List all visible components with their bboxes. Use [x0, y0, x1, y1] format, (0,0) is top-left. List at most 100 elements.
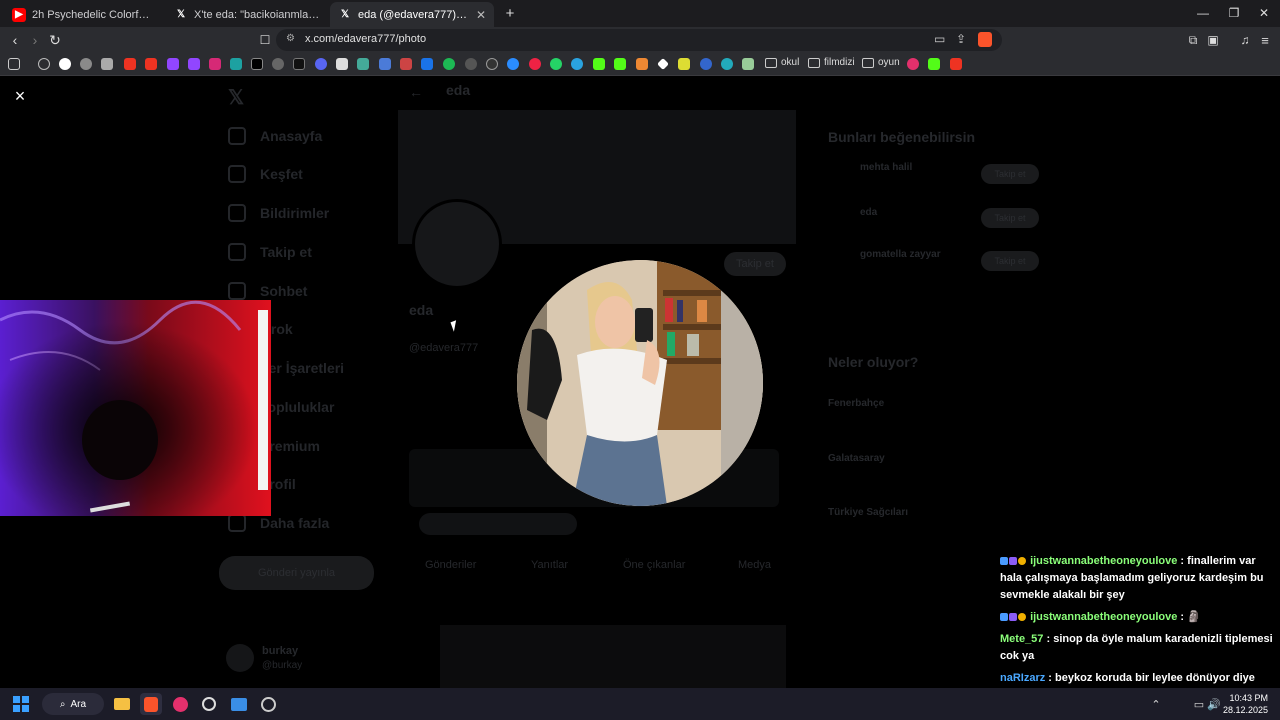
kick-icon[interactable] — [614, 58, 626, 70]
brave-browser-icon[interactable] — [140, 693, 162, 715]
nav-notifications[interactable]: Bildirimler — [228, 204, 329, 222]
trend-item[interactable]: Galatasaray — [828, 453, 885, 464]
bookmark-icon-38[interactable] — [907, 58, 919, 70]
window-close-button[interactable]: ✕ — [1248, 3, 1280, 23]
file-explorer-icon[interactable] — [111, 693, 133, 715]
cast-icon[interactable]: ▭ — [934, 32, 945, 46]
menu-icon[interactable]: ≡ — [1254, 30, 1276, 50]
tab-youtube[interactable]: ▶ 2h Psychedelic Colorful Neon Backgr — [4, 2, 162, 27]
restore-button[interactable]: ❐ — [1218, 3, 1250, 23]
nav-explore[interactable]: Keşfet — [228, 165, 303, 183]
profile-tab-highlights[interactable]: Öne çıkanlar — [623, 559, 685, 571]
youtube-bookmark-icon[interactable] — [950, 58, 962, 70]
apps-icon[interactable] — [8, 58, 20, 70]
tray-chevron-icon[interactable]: ⌃ — [1145, 693, 1167, 715]
github-icon[interactable] — [486, 58, 498, 70]
bookmark-icon-34[interactable] — [742, 58, 754, 70]
youtube-bookmark-icon[interactable] — [145, 58, 157, 70]
x-bookmark-icon[interactable] — [251, 58, 263, 70]
whatsapp-icon[interactable] — [550, 58, 562, 70]
close-photo-button[interactable]: × — [10, 86, 30, 106]
profile-tab-media[interactable]: Medya — [738, 559, 771, 571]
system-clock[interactable]: 10:43 PM 28.12.2025 — [1223, 692, 1268, 716]
bookmark-icon-33[interactable] — [721, 58, 733, 70]
badge-icon — [1018, 613, 1026, 621]
youtube-bookmark-icon[interactable] — [124, 58, 136, 70]
bookmark-icon-21[interactable] — [465, 58, 477, 70]
bookmark-icon-24[interactable] — [529, 58, 541, 70]
bookmark-icon-15[interactable] — [336, 58, 348, 70]
nav-home[interactable]: Anasayfa — [228, 127, 322, 145]
new-tab-button[interactable]: + — [494, 3, 526, 23]
profile-avatar[interactable] — [412, 199, 502, 289]
tab-x-profile[interactable]: 𝕏 eda (@edavera777) / X ✕ — [330, 2, 494, 27]
card-button[interactable] — [419, 513, 577, 535]
taskbar-search[interactable]: ⌕ Ara — [42, 693, 104, 715]
drive-icon[interactable] — [421, 58, 433, 70]
suggestion-follow-button[interactable]: Takip et — [981, 208, 1039, 228]
site-info-icon[interactable]: ⚙ — [286, 33, 295, 44]
twitch-icon[interactable] — [188, 58, 200, 70]
telegram-icon[interactable] — [571, 58, 583, 70]
post-media[interactable] — [440, 625, 786, 688]
nav-chat[interactable]: Sohbet — [228, 282, 307, 300]
steam-icon[interactable] — [257, 693, 279, 715]
instagram-icon[interactable] — [209, 58, 221, 70]
bookmark-icon-32[interactable] — [700, 58, 712, 70]
bookmark-icon-16[interactable] — [357, 58, 369, 70]
bookmark-icon-3[interactable] — [101, 58, 113, 70]
profile-tab-posts[interactable]: Gönderiler — [425, 559, 476, 571]
spotify-icon[interactable] — [443, 58, 455, 70]
discord-icon[interactable] — [315, 58, 327, 70]
bookmark-folder-oyun[interactable]: oyun — [862, 57, 900, 68]
profile-tab-replies[interactable]: Yanıtlar — [531, 559, 568, 571]
translate-icon[interactable] — [379, 58, 391, 70]
suggestion-follow-button[interactable]: Takip et — [981, 164, 1039, 184]
photos-icon[interactable] — [228, 693, 250, 715]
bookmark-icon[interactable]: ☐ — [254, 30, 276, 50]
kick-icon[interactable] — [593, 58, 605, 70]
forward-icon[interactable]: › — [24, 30, 46, 50]
tab-x-post[interactable]: 𝕏 X'te eda: "bacikoianmla https://t.co/ — [166, 2, 328, 27]
bookmark-folder-filmdizi[interactable]: filmdizi — [808, 57, 855, 68]
kick-icon[interactable] — [928, 58, 940, 70]
wallet-icon[interactable]: ▣ — [1202, 30, 1224, 50]
media-icon[interactable]: ♫ — [1234, 30, 1256, 50]
profile-follow-button[interactable]: Takip et — [724, 252, 786, 276]
address-bar[interactable]: ⚙ x.com/edavera777/photo ▭ ⇪ — [276, 29, 1002, 51]
media-player-icon[interactable] — [169, 693, 191, 715]
bell-icon — [228, 204, 246, 222]
back-icon[interactable]: ‹ — [4, 30, 26, 50]
x-logo-icon[interactable]: 𝕏 — [228, 85, 244, 110]
extensions-icon[interactable]: ⧉ — [1182, 30, 1204, 50]
bookmark-icon-10[interactable] — [230, 58, 242, 70]
bookmark-icon-29[interactable] — [636, 58, 648, 70]
obs-icon[interactable] — [198, 693, 220, 715]
minimize-button[interactable]: — — [1187, 3, 1219, 23]
windows-start-icon[interactable] — [10, 693, 32, 715]
nav-follow[interactable]: Takip et — [228, 243, 312, 261]
nav-more[interactable]: Daha fazla — [228, 514, 329, 532]
history-icon[interactable] — [38, 58, 50, 70]
brave-shield-icon[interactable] — [978, 32, 992, 47]
twitch-icon[interactable] — [167, 58, 179, 70]
bookmark-folder-okul[interactable]: okul — [765, 57, 799, 68]
post-button[interactable]: Gönderi yayınla — [219, 556, 374, 590]
bookmark-icon-31[interactable] — [678, 58, 690, 70]
volume-icon[interactable]: 🔊 — [1203, 693, 1225, 715]
trend-item[interactable]: Türkiye Sağcıları — [828, 507, 908, 518]
share-icon[interactable]: ⇪ — [956, 32, 966, 46]
bookmark-icon-30[interactable] — [657, 58, 669, 70]
trend-item[interactable]: Fenerbahçe — [828, 398, 884, 409]
back-arrow-icon[interactable]: ← — [409, 84, 423, 100]
gmail-icon[interactable] — [400, 58, 412, 70]
google-icon[interactable] — [59, 58, 71, 70]
bookmark-icon-23[interactable] — [507, 58, 519, 70]
tiktok-icon[interactable] — [293, 58, 305, 70]
reload-icon[interactable]: ↻ — [44, 30, 66, 50]
bookmark-icon-12[interactable] — [272, 58, 284, 70]
close-tab-icon[interactable]: ✕ — [476, 8, 486, 22]
account-avatar[interactable] — [226, 644, 254, 672]
chatgpt-icon[interactable] — [80, 58, 92, 70]
suggestion-follow-button[interactable]: Takip et — [981, 251, 1039, 271]
